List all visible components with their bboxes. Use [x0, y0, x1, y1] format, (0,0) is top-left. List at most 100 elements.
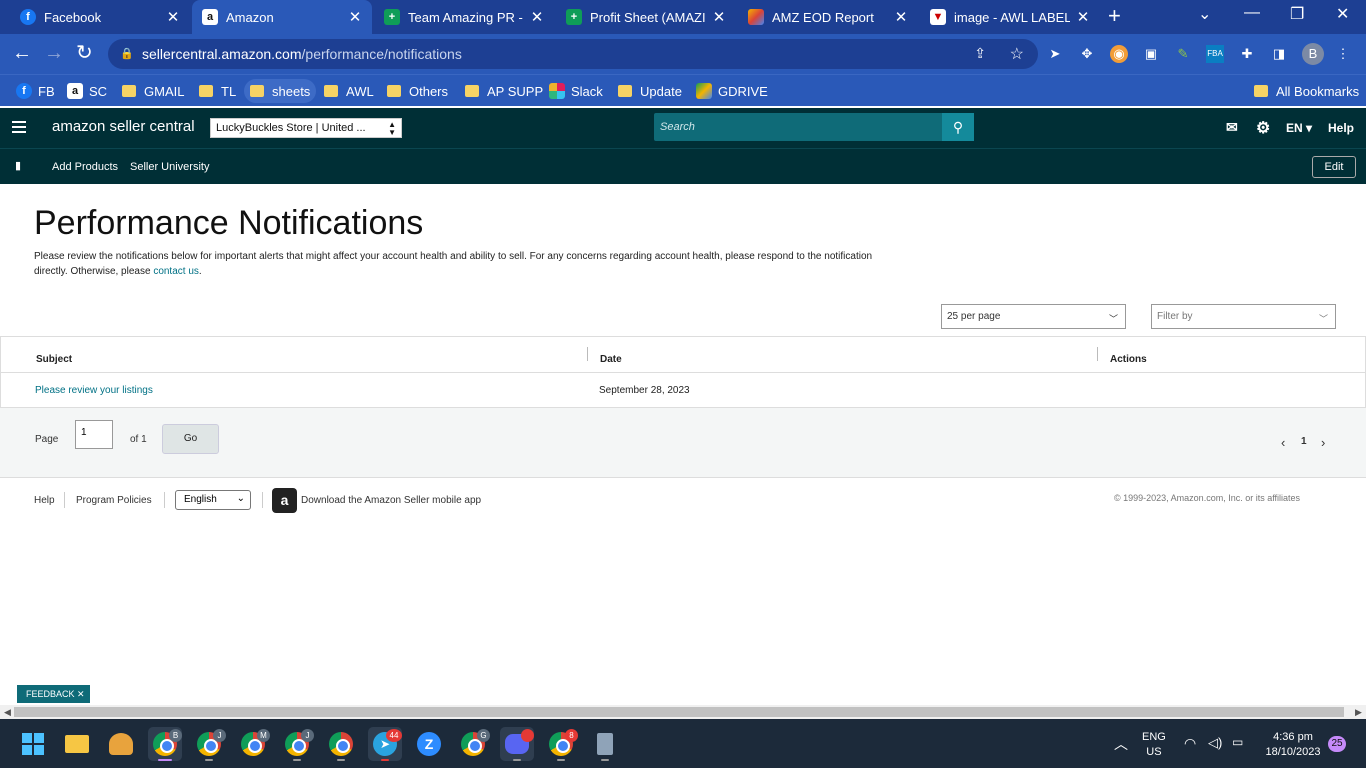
- telegram-icon[interactable]: ➤ 44: [368, 727, 402, 761]
- restore-icon[interactable]: ❐: [1290, 4, 1304, 24]
- notification-count-badge[interactable]: 25: [1328, 736, 1346, 752]
- close-tab-icon[interactable]: ✕: [348, 8, 362, 26]
- bookmark-icon[interactable]: ▮: [15, 159, 21, 172]
- eyedropper-icon[interactable]: ✎: [1174, 45, 1192, 63]
- bookmark-ap-supp[interactable]: AP SUPP: [459, 79, 549, 103]
- file-explorer-icon[interactable]: [60, 727, 94, 761]
- battery-icon[interactable]: ▭: [1232, 735, 1243, 749]
- minimize-icon[interactable]: —: [1244, 4, 1260, 22]
- chrome-icon[interactable]: M: [236, 727, 270, 761]
- reload-icon[interactable]: ↻: [76, 43, 93, 63]
- search-button[interactable]: ⚲: [942, 113, 974, 141]
- bookmark-fb[interactable]: f FB: [10, 79, 61, 103]
- language-selector[interactable]: EN ▾: [1286, 121, 1312, 135]
- chrome-icon[interactable]: B: [148, 727, 182, 761]
- download-app-link[interactable]: Download the Amazon Seller mobile app: [301, 495, 481, 506]
- calculator-icon[interactable]: [588, 727, 622, 761]
- store-selector[interactable]: LuckyBuckles Store | United ... ▲ ▼: [210, 118, 402, 138]
- add-products-link[interactable]: Add Products: [52, 161, 118, 173]
- chevron-right-icon[interactable]: ›: [1321, 435, 1325, 450]
- help-link[interactable]: Help: [1328, 121, 1354, 135]
- forward-icon[interactable]: →: [44, 43, 64, 63]
- filter-select[interactable]: Filter by ﹀: [1151, 304, 1336, 329]
- chrome-icon[interactable]: 8: [544, 727, 578, 761]
- footer-language-select[interactable]: English ⌄: [175, 490, 251, 510]
- bookmark-awl[interactable]: AWL: [318, 79, 380, 103]
- contact-us-link[interactable]: contact us: [153, 266, 199, 277]
- tab-profit-sheet[interactable]: + Profit Sheet (AMAZIN ✕: [556, 0, 736, 34]
- per-page-select[interactable]: 25 per page ﹀: [941, 304, 1126, 329]
- chrome-icon[interactable]: J: [280, 727, 314, 761]
- extensions-puzzle-icon[interactable]: ✚: [1238, 45, 1256, 63]
- chrome-icon[interactable]: J: [192, 727, 226, 761]
- go-button[interactable]: Go: [162, 424, 219, 454]
- seller-central-logo[interactable]: amazon seller central: [52, 118, 195, 135]
- app-icon[interactable]: [104, 727, 138, 761]
- feedback-button[interactable]: FEEDBACK ✕: [17, 685, 90, 703]
- camera-icon[interactable]: ▣: [1142, 45, 1160, 63]
- clock[interactable]: 4:36 pm 18/10/2023: [1262, 730, 1324, 760]
- sidebar-icon[interactable]: ◨: [1270, 45, 1288, 63]
- program-policies-link[interactable]: Program Policies: [76, 495, 152, 506]
- chrome-icon[interactable]: G: [456, 727, 490, 761]
- back-icon[interactable]: ←: [12, 43, 32, 63]
- fba-icon[interactable]: FBA: [1206, 45, 1224, 63]
- tab-facebook[interactable]: f Facebook ✕: [10, 0, 190, 34]
- mail-icon[interactable]: ✉: [1226, 119, 1238, 136]
- close-window-icon[interactable]: ✕: [1336, 4, 1349, 24]
- scroll-right-icon[interactable]: ▶: [1355, 705, 1362, 719]
- search-input[interactable]: Search: [654, 113, 974, 141]
- tab-amazon[interactable]: a Amazon ✕: [192, 0, 372, 34]
- tab-image-awl[interactable]: ▼ image - AWL LABEL ✕: [920, 0, 1100, 34]
- windows-start-icon[interactable]: [16, 727, 50, 761]
- edit-button[interactable]: Edit: [1312, 156, 1356, 178]
- bookmark-others[interactable]: Others: [381, 79, 454, 103]
- wifi-icon[interactable]: ◠: [1184, 735, 1196, 752]
- new-tab-button[interactable]: +: [1108, 5, 1121, 27]
- input-language[interactable]: ENG US: [1142, 730, 1166, 760]
- scrollbar-thumb[interactable]: [14, 707, 1344, 717]
- tab-eod-report[interactable]: AMZ EOD Report ✕: [738, 0, 918, 34]
- column-header-date[interactable]: Date: [600, 354, 622, 365]
- close-tab-icon[interactable]: ✕: [712, 8, 726, 26]
- bookmark-star-icon[interactable]: ☆: [1010, 44, 1024, 64]
- volume-icon[interactable]: ◁): [1208, 735, 1222, 751]
- close-tab-icon[interactable]: ✕: [1076, 8, 1090, 26]
- column-header-subject[interactable]: Subject: [36, 354, 72, 365]
- hamburger-menu-icon[interactable]: [12, 121, 26, 136]
- scroll-left-icon[interactable]: ◀: [4, 705, 11, 719]
- close-tab-icon[interactable]: ✕: [894, 8, 908, 26]
- url-bar[interactable]: 🔒 sellercentral.amazon.com/performance/n…: [108, 39, 1038, 69]
- bookmark-gmail[interactable]: GMAIL: [116, 79, 190, 103]
- page-number-input[interactable]: 1: [75, 420, 113, 449]
- bookmark-update[interactable]: Update: [612, 79, 688, 103]
- seller-university-link[interactable]: Seller University: [130, 161, 209, 173]
- zoom-icon[interactable]: Z: [412, 727, 446, 761]
- tab-search-icon[interactable]: ⌄: [1198, 4, 1211, 24]
- chevron-up-icon[interactable]: ︿: [1114, 734, 1128, 754]
- extension-icon[interactable]: ◉: [1110, 45, 1128, 63]
- profile-avatar[interactable]: B: [1302, 43, 1324, 65]
- current-page[interactable]: 1: [1301, 436, 1307, 447]
- menu-icon[interactable]: ⋮: [1334, 45, 1352, 63]
- close-tab-icon[interactable]: ✕: [530, 8, 544, 26]
- share-icon[interactable]: ⇪: [974, 45, 986, 62]
- bookmark-slack[interactable]: Slack: [543, 79, 609, 103]
- close-tab-icon[interactable]: ✕: [166, 8, 180, 26]
- extension-icon[interactable]: ➤: [1046, 45, 1064, 63]
- all-bookmarks[interactable]: All Bookmarks: [1248, 79, 1365, 103]
- bookmark-tl[interactable]: TL: [193, 79, 242, 103]
- tab-team-amazing[interactable]: + Team Amazing PR - G ✕: [374, 0, 554, 34]
- gear-icon[interactable]: ⚙: [1256, 118, 1270, 138]
- notification-subject-link[interactable]: Please review your listings: [35, 385, 153, 396]
- footer-help-link[interactable]: Help: [34, 495, 55, 506]
- amazon-app-icon[interactable]: a: [272, 488, 297, 513]
- discord-icon[interactable]: [500, 727, 534, 761]
- bookmark-gdrive[interactable]: GDRIVE: [690, 79, 774, 103]
- bookmark-sc[interactable]: a SC: [61, 79, 113, 103]
- extension-icon[interactable]: ✥: [1078, 45, 1096, 63]
- bookmark-sheets[interactable]: sheets: [244, 79, 317, 103]
- chrome-icon[interactable]: [324, 727, 358, 761]
- horizontal-scrollbar[interactable]: ◀ ▶: [0, 705, 1366, 719]
- chevron-left-icon[interactable]: ‹: [1281, 435, 1285, 450]
